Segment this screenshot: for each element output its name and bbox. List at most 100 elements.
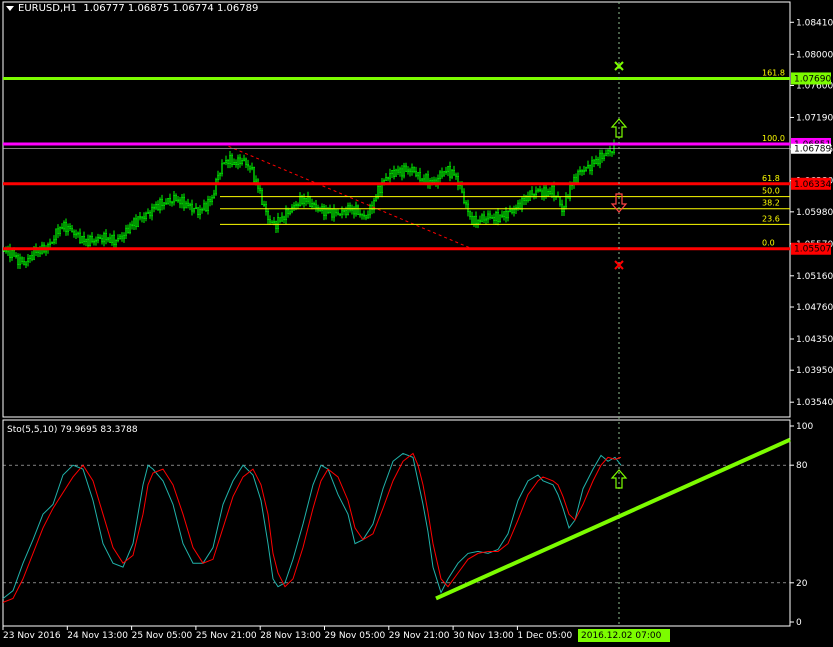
candle-body [469,211,472,217]
candle-body [277,217,280,229]
candle-body [421,178,424,181]
candle-body [17,255,20,265]
candle-body [159,199,162,211]
candle-body [133,218,136,226]
candle-body [55,228,58,241]
candle-body [163,202,166,207]
level-price-box-label: 1.05507 [794,245,831,255]
candle-body [443,171,446,177]
candle-body [177,199,180,202]
candle-body [11,250,14,258]
candle-body [367,214,370,219]
candle-body [463,191,466,203]
time-tick-label: 24 Nov 13:00 [67,631,128,641]
candle-body [123,234,126,239]
candle-body [111,234,114,243]
candle-body [191,203,194,212]
price-tick-label: 1.08410 [796,18,833,28]
candle-body [377,185,380,198]
candle-body [359,213,362,216]
candle-body [227,159,230,165]
candle-body [297,204,300,206]
candle-body [99,236,102,240]
candle-body [173,195,176,203]
candle-body [441,171,444,177]
stoch-trendline [435,437,791,601]
candle-body [449,165,452,178]
candle-body [603,155,606,159]
candle-body [353,208,356,215]
candle-body [349,205,352,211]
candle-body [139,216,142,219]
stoch-tick-label: 0 [796,618,802,628]
candle-body [57,228,60,234]
candle-body [499,214,502,222]
candle-body [157,203,160,211]
candle-body [125,227,128,236]
candle-body [311,203,314,207]
candle-body [107,237,110,241]
candle-body [115,240,118,246]
candle-body [263,204,266,206]
candle-body [565,196,568,208]
candle-body [171,201,174,204]
candle-body [533,193,536,196]
candle-body [271,221,274,224]
time-tick-label: 25 Nov 05:00 [132,631,193,641]
candle-body [475,215,478,224]
candle-body [583,170,586,172]
candle-body [487,213,490,220]
time-tick-label: 23 Nov 2016 [3,631,61,641]
candle-body [473,215,476,225]
candle-body [407,169,410,172]
candle-body [479,219,482,223]
candle-body [195,207,198,210]
candle-body [15,255,18,258]
fib-level-label: 23.6 [762,214,780,223]
candle-body [249,165,252,170]
candle-body [451,169,454,178]
candle-body [513,209,516,213]
candle-body [261,190,264,205]
candle-body [279,217,282,222]
candle-body [375,197,378,201]
candle-body [307,196,310,202]
candle-body [495,212,498,221]
candle-body [207,199,210,212]
candle-body [229,155,232,165]
candle-body [19,257,22,265]
candle-body [419,172,422,181]
candle-body [239,157,242,164]
candle-body [273,221,276,223]
candle-body [283,216,286,221]
candle-body [397,169,400,173]
candle-body [285,209,288,221]
candle-body [237,157,240,165]
candle-body [455,174,458,177]
candle-body [175,195,178,201]
candle-body [23,261,26,266]
candle-body [217,174,220,180]
chart-canvas[interactable]: 1.084101.080001.076001.071901.067851.063… [0,0,833,647]
stoch-tick-label: 20 [796,579,808,589]
candle-body [355,205,358,215]
candle-body [545,187,548,196]
candle-body [605,153,608,157]
candle-body [553,185,556,198]
candle-body [385,177,388,181]
candle-body [491,217,494,219]
candle-body [483,214,486,221]
fib-level-label: 0.0 [762,239,775,248]
stochastic-title: Sto(5,5,10) 79.9695 83.3788 [7,425,138,435]
candle-body [73,231,76,235]
time-tick-label: 29 Nov 21:00 [389,631,450,641]
candle-body [389,173,392,180]
candle-body [559,196,562,205]
candle-body [197,207,200,216]
candle-body [51,242,54,244]
candle-body [179,199,182,205]
candle-body [393,169,396,177]
candle-body [97,236,100,241]
candle-body [3,249,6,252]
candle-body [331,208,334,218]
